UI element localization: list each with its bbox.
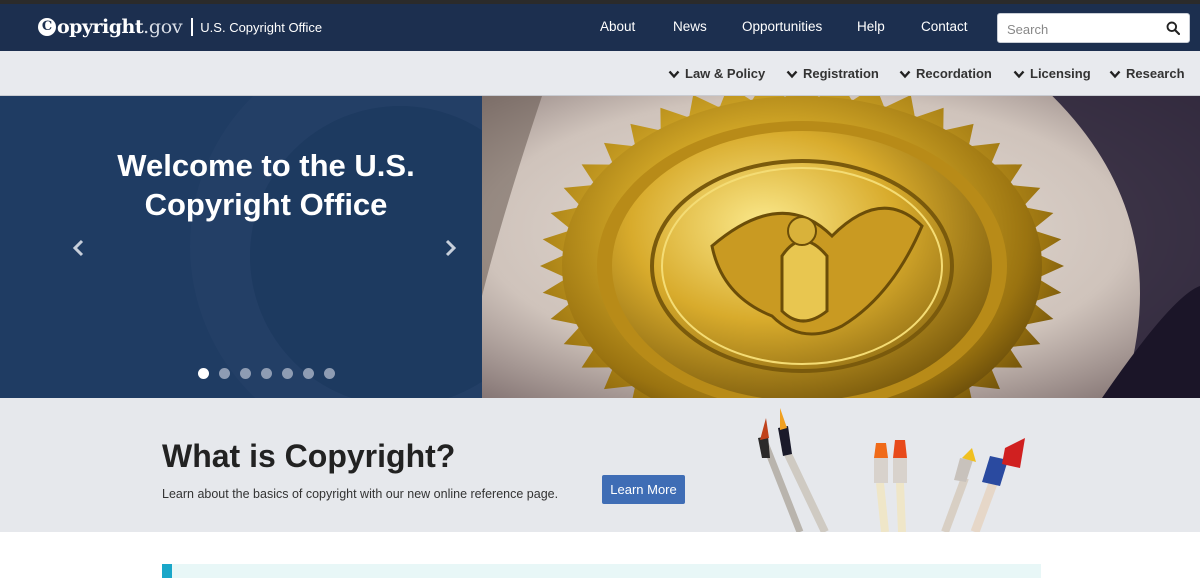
office-name: U.S. Copyright Office — [200, 19, 323, 35]
section-description: Learn about the basics of copyright with… — [162, 487, 559, 501]
brush — [941, 448, 976, 532]
nav-opportunities[interactable]: Opportunities — [742, 19, 822, 34]
site-header: C opyright .gov U.S. Copyright Office Ab… — [0, 4, 1200, 51]
subnav-recordation[interactable]: Recordation — [899, 66, 992, 81]
chevron-down-icon — [786, 70, 798, 78]
subnav-label: Research — [1126, 66, 1185, 81]
carousel-dot[interactable] — [219, 368, 230, 379]
carousel-dot[interactable] — [261, 368, 272, 379]
search-icon[interactable] — [1166, 21, 1180, 35]
logo-word: opyright — [57, 16, 144, 38]
subnav-label: Registration — [803, 66, 879, 81]
hero-title: Welcome to the U.S. Copyright Office — [117, 148, 415, 222]
paint-brushes-image — [758, 408, 1025, 532]
gold-seal-image — [482, 96, 1200, 398]
carousel-next-icon[interactable] — [443, 238, 459, 258]
chevron-down-icon — [899, 70, 911, 78]
subnav-label: Law & Policy — [685, 66, 766, 81]
carousel-dot[interactable] — [303, 368, 314, 379]
carousel-indicators — [198, 368, 335, 379]
hero-carousel: Welcome to the U.S. Copyright Office — [0, 96, 1200, 398]
carousel-dot[interactable] — [324, 368, 335, 379]
subnav-label: Recordation — [916, 66, 992, 81]
hero-text-panel: Welcome to the U.S. Copyright Office — [0, 96, 482, 398]
search-input[interactable] — [1007, 20, 1157, 38]
carousel-prev-icon[interactable] — [70, 238, 86, 258]
chevron-down-icon — [668, 70, 680, 78]
subnav-registration[interactable]: Registration — [786, 66, 879, 81]
logo-suffix: .gov — [143, 16, 183, 38]
nav-contact[interactable]: Contact — [921, 19, 968, 34]
subnav-research[interactable]: Research — [1109, 66, 1185, 81]
notice-bar — [162, 564, 1041, 578]
learn-more-button[interactable]: Learn More — [602, 475, 685, 504]
carousel-dot[interactable] — [240, 368, 251, 379]
subnav-law-policy[interactable]: Law & Policy — [668, 66, 765, 81]
brush — [778, 408, 829, 532]
nav-about[interactable]: About — [600, 19, 635, 34]
notice-accent — [162, 564, 172, 578]
logo-divider — [191, 18, 194, 36]
subnav-licensing[interactable]: Licensing — [1013, 66, 1091, 81]
carousel-dot[interactable] — [198, 368, 209, 379]
nav-help[interactable]: Help — [857, 19, 885, 34]
site-logo[interactable]: C opyright .gov U.S. Copyright Office — [38, 14, 322, 40]
nav-news[interactable]: News — [673, 19, 707, 34]
section-title: What is Copyright? — [162, 438, 456, 474]
brush — [970, 438, 1025, 532]
subnav-label: Licensing — [1030, 66, 1091, 81]
brush — [893, 440, 907, 532]
section-nav: Law & Policy Registration Recordation Li… — [0, 51, 1200, 96]
chevron-down-icon — [1109, 70, 1121, 78]
chevron-down-icon — [1013, 70, 1025, 78]
brush — [874, 443, 889, 532]
search-box — [997, 13, 1190, 43]
carousel-dot[interactable] — [282, 368, 293, 379]
what-is-copyright-section: What is Copyright? Learn about the basic… — [0, 398, 1200, 532]
copyright-logo-mark: C — [38, 18, 56, 36]
